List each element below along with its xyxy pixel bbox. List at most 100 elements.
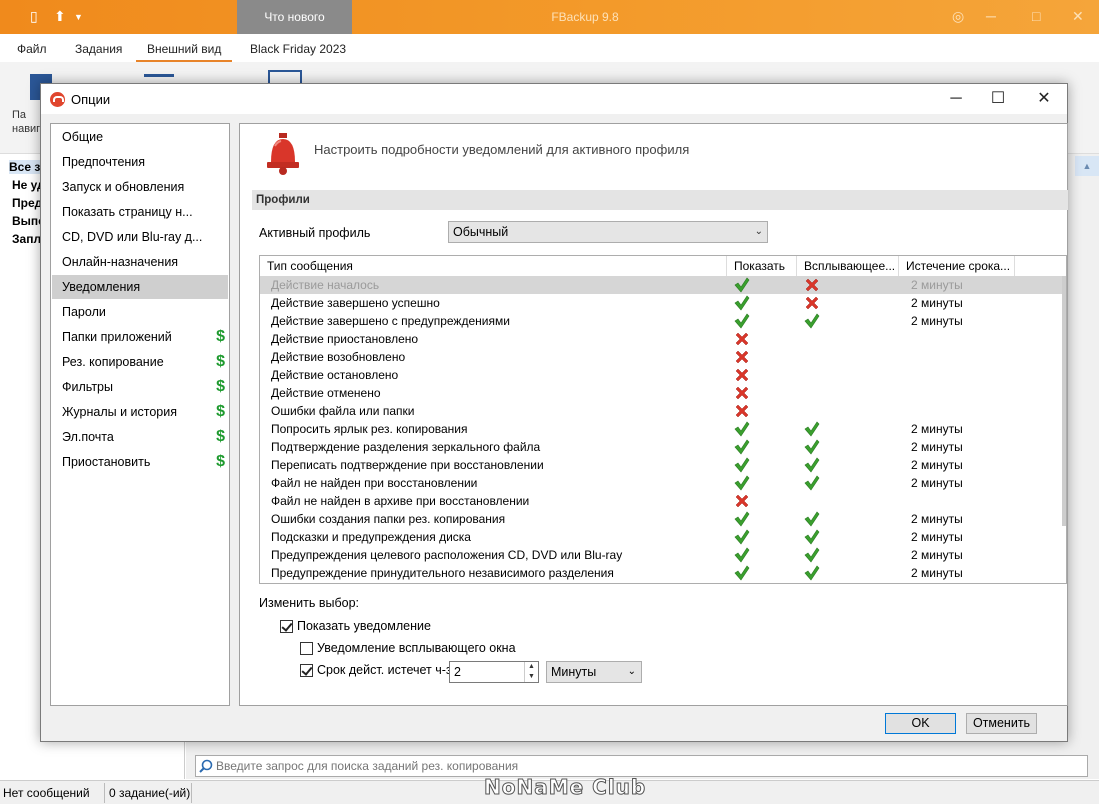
- section-title: Профили: [252, 190, 1068, 210]
- column-expire[interactable]: Истечение срока...: [899, 256, 1015, 276]
- table-row[interactable]: Действие возобновлено: [260, 348, 1066, 366]
- minimize-icon[interactable]: ─: [986, 8, 996, 24]
- active-profile-select[interactable]: Обычный ⌄: [448, 221, 768, 243]
- minimize-icon[interactable]: ─: [941, 88, 971, 110]
- stepper-down-icon[interactable]: ▼: [525, 672, 538, 682]
- search-input[interactable]: [216, 757, 1076, 775]
- table-row[interactable]: Файл не найден при восстановлении 2 минут…: [260, 474, 1066, 492]
- show-status[interactable]: [734, 331, 750, 349]
- column-message-type[interactable]: Тип сообщения: [260, 256, 727, 276]
- menu-jobs[interactable]: Задания: [75, 42, 122, 56]
- table-row[interactable]: Попросить ярлык рез. копирования 2 минуты: [260, 420, 1066, 438]
- show-status[interactable]: [734, 565, 750, 583]
- show-status[interactable]: [734, 439, 750, 457]
- table-row[interactable]: Ошибки создания папки рез. копирования 2 …: [260, 510, 1066, 528]
- nav-item[interactable]: Общие: [52, 125, 228, 149]
- show-status[interactable]: [734, 403, 750, 421]
- collapse-icon[interactable]: ▲: [1075, 156, 1099, 176]
- notifications-panel: Настроить подробности уведомлений для ак…: [239, 123, 1068, 706]
- cancel-button[interactable]: Отменить: [966, 713, 1037, 734]
- show-status[interactable]: [734, 385, 750, 403]
- column-popup[interactable]: Всплывающее...: [797, 256, 899, 276]
- popup-status[interactable]: [804, 529, 820, 547]
- show-status[interactable]: [734, 457, 750, 475]
- nav-item[interactable]: Фильтры $: [52, 375, 228, 399]
- show-notification-checkbox[interactable]: [280, 620, 293, 633]
- table-row[interactable]: Действие приостановлено: [260, 330, 1066, 348]
- popup-status[interactable]: [804, 547, 820, 565]
- show-status[interactable]: [734, 421, 750, 439]
- popup-status[interactable]: [804, 457, 820, 475]
- popup-status[interactable]: [804, 295, 820, 313]
- ok-button[interactable]: OK: [885, 713, 956, 734]
- dollar-icon: $: [216, 353, 225, 370]
- nav-item[interactable]: Запуск и обновления: [52, 175, 228, 199]
- column-show[interactable]: Показать: [727, 256, 797, 276]
- popup-status[interactable]: [804, 439, 820, 457]
- popup-status[interactable]: [804, 421, 820, 439]
- nav-item[interactable]: Приостановить $: [52, 450, 228, 474]
- maximize-icon[interactable]: ☐: [983, 88, 1013, 110]
- nav-item[interactable]: Уведомления: [52, 275, 228, 299]
- table-row[interactable]: Действие отменено: [260, 384, 1066, 402]
- show-status[interactable]: [734, 277, 750, 295]
- popup-status[interactable]: [804, 313, 820, 331]
- close-icon[interactable]: ✕: [1072, 8, 1084, 25]
- check-icon: [734, 529, 750, 545]
- menu-view[interactable]: Внешний вид: [147, 42, 221, 56]
- left-row[interactable]: Пред: [12, 196, 42, 210]
- nav-item[interactable]: Рез. копирование $: [52, 350, 228, 374]
- show-status[interactable]: [734, 511, 750, 529]
- stepper-buttons[interactable]: ▲ ▼: [524, 662, 538, 682]
- table-row[interactable]: Действие остановлено: [260, 366, 1066, 384]
- popup-status[interactable]: [804, 511, 820, 529]
- show-status[interactable]: [734, 313, 750, 331]
- table-row[interactable]: Ошибки файла или папки: [260, 402, 1066, 420]
- stepper-up-icon[interactable]: ▲: [525, 662, 538, 672]
- nav-item[interactable]: Пароли: [52, 300, 228, 324]
- close-icon[interactable]: ✕: [1029, 88, 1059, 110]
- table-row[interactable]: Переписать подтверждение при восстановле…: [260, 456, 1066, 474]
- expire-checkbox[interactable]: [300, 664, 313, 677]
- table-scrollbar[interactable]: [1062, 276, 1066, 526]
- whats-new-tab[interactable]: Что нового: [237, 0, 352, 34]
- nav-item[interactable]: Журналы и история $: [52, 400, 228, 424]
- popup-status[interactable]: [804, 277, 820, 295]
- show-status[interactable]: [734, 547, 750, 565]
- show-status[interactable]: [734, 295, 750, 313]
- show-status[interactable]: [734, 529, 750, 547]
- nav-item[interactable]: Эл.почта $: [52, 425, 228, 449]
- popup-status[interactable]: [804, 475, 820, 493]
- expire-value-stepper[interactable]: 2 ▲ ▼: [449, 661, 539, 683]
- show-status[interactable]: [734, 493, 750, 511]
- table-row[interactable]: Действие завершено с предупреждениями 2 м…: [260, 312, 1066, 330]
- nav-item[interactable]: CD, DVD или Blu-ray д...: [52, 225, 228, 249]
- table-row[interactable]: Подтверждение разделения зеркального фай…: [260, 438, 1066, 456]
- new-file-icon[interactable]: ▯: [30, 8, 38, 25]
- table-row[interactable]: Действие началось 2 минуты: [260, 276, 1066, 294]
- app-titlebar: ▯ ⬆ ▼ Что нового FBackup 9.8 ◎ ─ □ ✕: [0, 0, 1099, 34]
- search-box[interactable]: [195, 755, 1088, 777]
- quick-access-dropdown-icon[interactable]: ▼: [74, 12, 83, 22]
- popup-notification-checkbox[interactable]: [300, 642, 313, 655]
- show-status[interactable]: [734, 349, 750, 367]
- up-arrow-icon[interactable]: ⬆: [54, 8, 66, 25]
- table-row[interactable]: Предупреждения целевого расположения CD,…: [260, 546, 1066, 564]
- nav-item[interactable]: Показать страницу н...: [52, 200, 228, 224]
- layout-icon[interactable]: [144, 74, 174, 77]
- help-icon[interactable]: ◎: [952, 8, 964, 25]
- menu-black-friday[interactable]: Black Friday 2023: [250, 42, 346, 56]
- table-row[interactable]: Предупреждение принудительного независим…: [260, 564, 1066, 582]
- show-status[interactable]: [734, 475, 750, 493]
- table-row[interactable]: Действие завершено успешно 2 минуты: [260, 294, 1066, 312]
- expire-unit-select[interactable]: Минуты ⌄: [546, 661, 642, 683]
- table-row[interactable]: Файл не найден в архиве при восстановлен…: [260, 492, 1066, 510]
- menu-file[interactable]: Файл: [17, 42, 47, 56]
- popup-status[interactable]: [804, 565, 820, 583]
- nav-item[interactable]: Онлайн-назначения: [52, 250, 228, 274]
- nav-item[interactable]: Предпочтения: [52, 150, 228, 174]
- nav-item[interactable]: Папки приложений $: [52, 325, 228, 349]
- show-status[interactable]: [734, 367, 750, 385]
- table-row[interactable]: Подсказки и предупреждения диска 2 минуты: [260, 528, 1066, 546]
- maximize-icon[interactable]: □: [1032, 8, 1040, 24]
